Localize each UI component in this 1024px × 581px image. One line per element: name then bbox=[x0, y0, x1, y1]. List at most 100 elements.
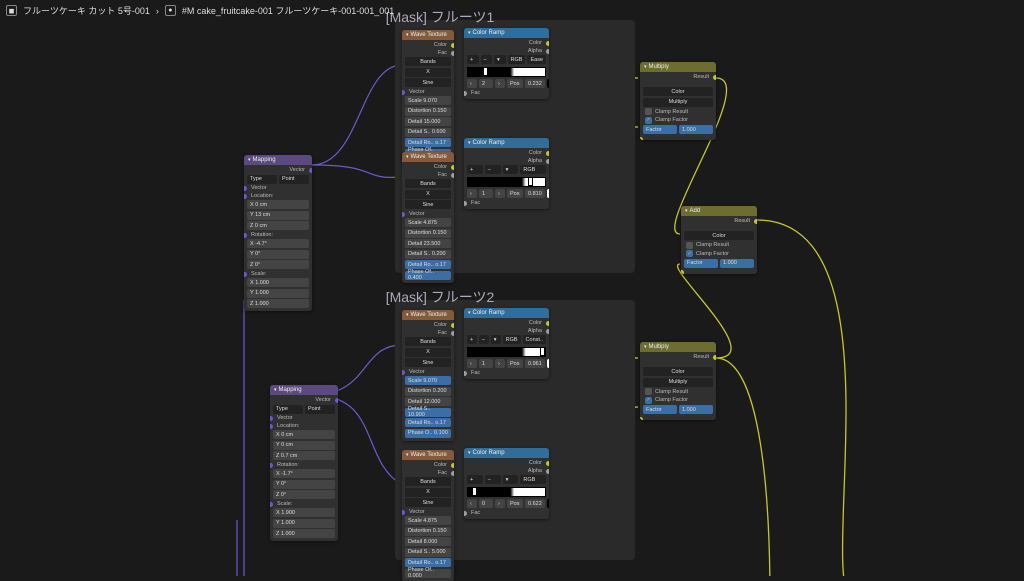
clamp-factor[interactable]: ✓Clamp Factor bbox=[684, 250, 754, 257]
scale-x[interactable]: X 1.000 bbox=[247, 278, 309, 287]
node-wave-c[interactable]: ▾Wave Texture Color Fac Bands X Sine Vec… bbox=[402, 310, 454, 441]
collapse-icon[interactable]: ▾ bbox=[406, 31, 409, 40]
loc-z[interactable]: Z 0 cm bbox=[247, 221, 309, 230]
ramp-prev[interactable]: ‹ bbox=[467, 359, 477, 368]
node-ramp-4[interactable]: ▾Color Ramp Color Alpha + – ▾ RGB ‹ 0 › … bbox=[464, 448, 549, 519]
wave-dir[interactable]: X bbox=[405, 348, 451, 357]
node-wave-a[interactable]: ▾Wave Texture Color Fac Bands X Sine Vec… bbox=[402, 30, 454, 161]
detail-scale[interactable]: Detail S.. 0.200 bbox=[405, 250, 451, 259]
ramp-next[interactable]: › bbox=[495, 189, 505, 198]
collapse-icon[interactable]: ▾ bbox=[406, 311, 409, 320]
factor-val[interactable]: 1.000 bbox=[720, 259, 754, 268]
breadcrumb-object[interactable]: フルーツケーキ カット 5号-001 bbox=[23, 4, 150, 17]
scale[interactable]: Scale 4.875 bbox=[405, 218, 451, 227]
detail-scale[interactable]: Detail S.. 0.600 bbox=[405, 128, 451, 137]
collapse-icon[interactable]: ▾ bbox=[468, 449, 471, 458]
blend-type[interactable]: Color bbox=[643, 367, 713, 376]
ramp-prev[interactable]: ‹ bbox=[467, 79, 477, 88]
distortion[interactable]: Distortion 0.150 bbox=[405, 527, 451, 536]
blend-type[interactable]: Color bbox=[684, 231, 754, 240]
detail-rough[interactable]: Detail Ro.. o.17 bbox=[405, 558, 451, 567]
scale-z[interactable]: Z 1.000 bbox=[273, 529, 335, 538]
ramp-pos[interactable]: 0.232 bbox=[525, 79, 545, 88]
ramp-color[interactable] bbox=[547, 79, 549, 88]
ramp-remove[interactable]: – bbox=[479, 335, 489, 344]
ramp-gradient[interactable] bbox=[467, 177, 546, 187]
node-mapping-1[interactable]: ▾Mapping Vector TypePoint Vector Locatio… bbox=[244, 155, 312, 311]
wave-type[interactable]: Bands bbox=[405, 477, 451, 486]
rot-z[interactable]: Z 0° bbox=[273, 490, 335, 499]
node-header[interactable]: ▾Color Ramp bbox=[464, 308, 549, 318]
blend-type[interactable]: Color bbox=[643, 87, 713, 96]
ramp-gradient[interactable] bbox=[467, 347, 546, 357]
node-header[interactable]: ▾Color Ramp bbox=[464, 28, 549, 38]
loc-y[interactable]: Y 13 cm bbox=[247, 211, 309, 220]
rot-y[interactable]: Y 0° bbox=[247, 250, 309, 259]
ramp-menu[interactable]: ▾ bbox=[491, 335, 501, 344]
node-ramp-2[interactable]: ▾Color Ramp Color Alpha + – ▾ RGB ‹ 1 › … bbox=[464, 138, 549, 209]
collapse-icon[interactable]: ▾ bbox=[406, 153, 409, 162]
type-select[interactable]: Point bbox=[279, 175, 309, 184]
node-header[interactable]: ▾Color Ramp bbox=[464, 138, 549, 148]
ramp-mode[interactable]: RGB bbox=[520, 475, 546, 484]
rot-y[interactable]: Y 0° bbox=[273, 480, 335, 489]
ramp-next[interactable]: › bbox=[495, 499, 505, 508]
wave-type[interactable]: Bands bbox=[405, 57, 451, 66]
loc-x[interactable]: X 0 cm bbox=[247, 200, 309, 209]
distortion[interactable]: Distortion 0.150 bbox=[405, 107, 451, 116]
rot-x[interactable]: X -4.7° bbox=[247, 239, 309, 248]
collapse-icon[interactable]: ▾ bbox=[644, 63, 647, 72]
wave-type[interactable]: Bands bbox=[405, 179, 451, 188]
collapse-icon[interactable]: ▾ bbox=[468, 29, 471, 38]
ramp-pos[interactable]: 0.961 bbox=[525, 359, 545, 368]
node-ramp-1[interactable]: ▾Color Ramp Color Alpha + – ▾ RGB Ease ‹… bbox=[464, 28, 549, 99]
factor-val[interactable]: 1.000 bbox=[679, 125, 713, 134]
ramp-mode[interactable]: RGB bbox=[503, 335, 521, 344]
distortion[interactable]: Distortion 0.150 bbox=[405, 229, 451, 238]
node-ramp-3[interactable]: ▾Color Ramp Color Alpha + – ▾ RGB Const.… bbox=[464, 308, 549, 379]
ramp-remove[interactable]: – bbox=[485, 165, 501, 174]
ramp-remove[interactable]: – bbox=[481, 55, 493, 64]
loc-y[interactable]: Y 0 cm bbox=[273, 441, 335, 450]
wave-profile[interactable]: Sine bbox=[405, 498, 451, 507]
ramp-mode[interactable]: RGB bbox=[508, 55, 526, 64]
detail[interactable]: Detail 15.000 bbox=[405, 117, 451, 126]
ramp-gradient[interactable] bbox=[467, 67, 546, 77]
node-multiply-2[interactable]: ▾Multiply Result Color Multiply Clamp Re… bbox=[640, 342, 716, 420]
wave-dir[interactable]: X bbox=[405, 488, 451, 497]
detail[interactable]: Detail 23.500 bbox=[405, 239, 451, 248]
wave-dir[interactable]: X bbox=[405, 190, 451, 199]
wave-profile[interactable]: Sine bbox=[405, 358, 451, 367]
rot-z[interactable]: Z 0° bbox=[247, 260, 309, 269]
detail-rough[interactable]: Detail Ro.. o.17 bbox=[405, 138, 451, 147]
wave-dir[interactable]: X bbox=[405, 68, 451, 77]
detail-scale[interactable]: Detail S.. 5.000 bbox=[405, 548, 451, 557]
clamp-factor[interactable]: ✓Clamp Factor bbox=[643, 397, 713, 404]
node-header[interactable]: ▾Multiply bbox=[640, 342, 716, 352]
loc-x[interactable]: X 0 cm bbox=[273, 430, 335, 439]
detail-rough[interactable]: Detail Ro.. o.17 bbox=[405, 418, 451, 427]
loc-z[interactable]: Z 0.7 cm bbox=[273, 451, 335, 460]
collapse-icon[interactable]: ▾ bbox=[685, 207, 688, 216]
scale-y[interactable]: Y 1.000 bbox=[273, 519, 335, 528]
collapse-icon[interactable]: ▾ bbox=[468, 139, 471, 148]
ramp-color[interactable] bbox=[547, 189, 549, 198]
ramp-prev[interactable]: ‹ bbox=[467, 499, 477, 508]
type-select[interactable]: Point bbox=[305, 405, 335, 414]
clamp-factor[interactable]: ✓Clamp Factor bbox=[643, 117, 713, 124]
detail-rough[interactable]: Detail Ro.. o.17 bbox=[405, 260, 451, 269]
phase[interactable]: Phase Of.. 0.400 bbox=[405, 271, 451, 280]
ramp-pos[interactable]: 0.810 bbox=[525, 189, 545, 198]
node-wave-b[interactable]: ▾Wave Texture Color Fac Bands X Sine Vec… bbox=[402, 152, 454, 283]
ramp-index[interactable]: 2 bbox=[479, 79, 493, 88]
ramp-mode[interactable]: RGB bbox=[520, 165, 546, 174]
rot-x[interactable]: X -1.7° bbox=[273, 469, 335, 478]
collapse-icon[interactable]: ▾ bbox=[248, 156, 251, 165]
scale-y[interactable]: Y 1.000 bbox=[247, 289, 309, 298]
ramp-add[interactable]: + bbox=[467, 165, 483, 174]
clamp-result[interactable]: Clamp Result bbox=[643, 388, 713, 395]
ramp-next[interactable]: › bbox=[495, 79, 505, 88]
clamp-result[interactable]: Clamp Result bbox=[643, 108, 713, 115]
scale-x[interactable]: X 1.900 bbox=[273, 508, 335, 517]
wave-profile[interactable]: Sine bbox=[405, 78, 451, 87]
